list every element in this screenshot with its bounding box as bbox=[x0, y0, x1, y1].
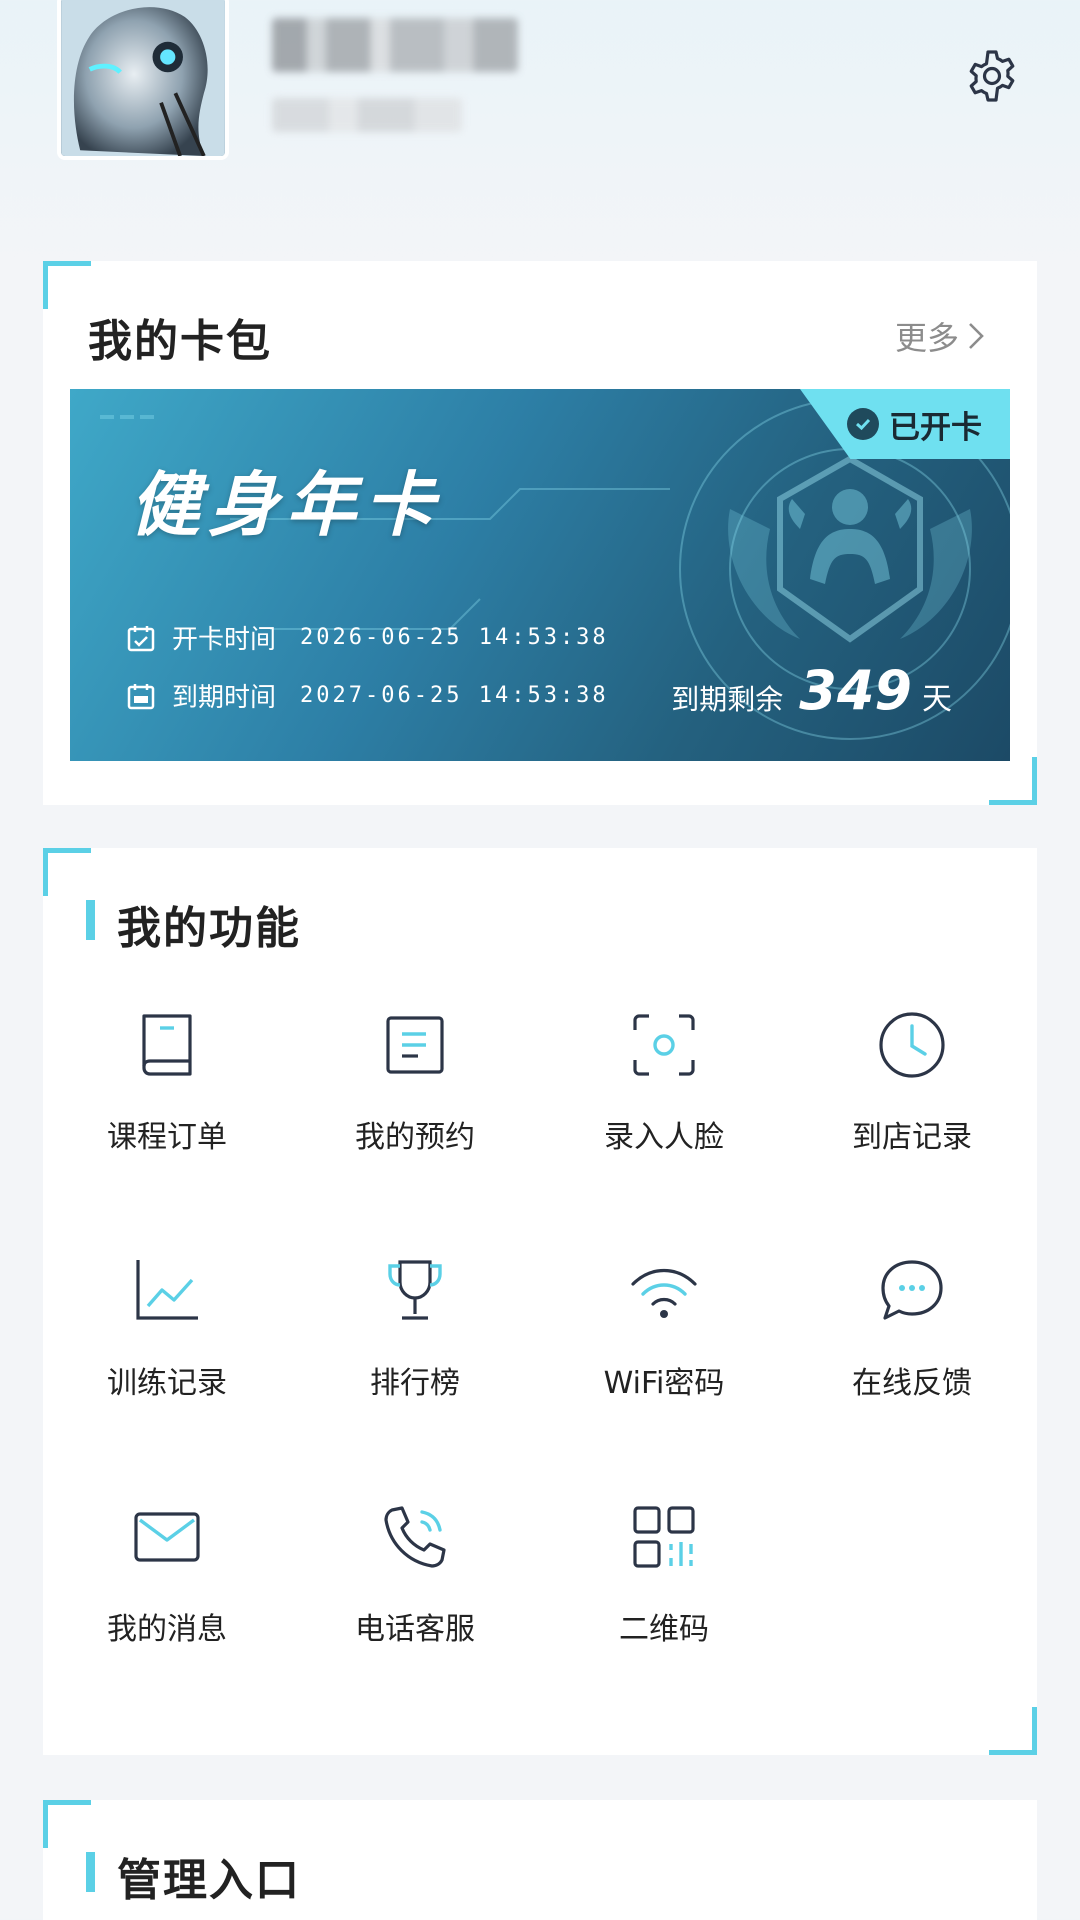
open-time-label: 开卡时间 bbox=[172, 625, 277, 655]
mail-icon bbox=[134, 1512, 200, 1562]
clock-icon bbox=[879, 1012, 945, 1078]
feature-training-records[interactable]: 训练记录 bbox=[43, 1254, 291, 1454]
feature-online-feedback[interactable]: 在线反馈 bbox=[788, 1254, 1036, 1454]
avatar[interactable] bbox=[57, 0, 229, 160]
feature-label: 录入人脸 bbox=[604, 1120, 724, 1155]
qrcode-icon bbox=[633, 1506, 695, 1568]
open-time-value: 2026-06-25 14:53:38 bbox=[300, 625, 609, 650]
feature-leaderboard[interactable]: 排行榜 bbox=[291, 1254, 539, 1454]
remain-days: 349 bbox=[799, 659, 912, 722]
feature-phone-service[interactable]: 电话客服 bbox=[291, 1500, 539, 1700]
settings-button[interactable] bbox=[962, 46, 1022, 106]
feature-visit-records[interactable]: 到店记录 bbox=[788, 1008, 1036, 1208]
calendar-check-icon bbox=[127, 625, 155, 651]
remain-label: 到期剩余 bbox=[671, 683, 784, 716]
gear-icon bbox=[969, 50, 1015, 102]
corner-decoration bbox=[989, 1707, 1037, 1755]
admin-panel: 管理入口 bbox=[43, 1800, 1037, 1920]
feature-course-orders[interactable]: 课程订单 bbox=[43, 1008, 291, 1208]
feature-label: 二维码 bbox=[619, 1612, 709, 1647]
document-icon bbox=[386, 1016, 444, 1074]
wifi-icon bbox=[631, 1269, 697, 1318]
username-blurred bbox=[272, 18, 518, 72]
phone-icon bbox=[384, 1506, 446, 1568]
chart-icon bbox=[136, 1260, 198, 1320]
days-remaining: 到期剩余 349 天 bbox=[671, 659, 952, 722]
feature-label: 排行榜 bbox=[370, 1366, 460, 1401]
feature-label: 在线反馈 bbox=[852, 1366, 972, 1401]
feature-label: 训练记录 bbox=[107, 1366, 227, 1401]
feature-label: 到店记录 bbox=[852, 1120, 972, 1155]
corner-decoration bbox=[43, 848, 91, 896]
chevron-right-icon bbox=[969, 323, 984, 349]
card-status-label: 已开卡 bbox=[889, 409, 982, 446]
feature-label: 课程订单 bbox=[107, 1120, 227, 1155]
feature-qrcode[interactable]: 二维码 bbox=[540, 1500, 788, 1700]
feature-label: 我的预约 bbox=[355, 1120, 475, 1155]
corner-decoration bbox=[43, 1800, 91, 1848]
wallet-title: 我的卡包 bbox=[88, 316, 272, 367]
feature-face-enroll[interactable]: 录入人脸 bbox=[540, 1008, 788, 1208]
feature-my-bookings[interactable]: 我的预约 bbox=[291, 1008, 539, 1208]
expire-time-label: 到期时间 bbox=[172, 683, 277, 713]
book-icon bbox=[142, 1014, 192, 1076]
feature-wifi-password[interactable]: WiFi密码 bbox=[540, 1254, 788, 1454]
wallet-panel: 我的卡包 更多 已开卡 健身年卡 开卡时间 2026-06-25 14:53:3… bbox=[43, 261, 1037, 805]
expire-time-row: 到期时间 2027-06-25 14:53:38 bbox=[126, 677, 609, 714]
title-accent-bar bbox=[86, 900, 95, 940]
open-time-row: 开卡时间 2026-06-25 14:53:38 bbox=[126, 619, 609, 656]
feature-label: 我的消息 bbox=[107, 1612, 227, 1647]
calendar-icon bbox=[127, 683, 155, 709]
expire-time-value: 2027-06-25 14:53:38 bbox=[300, 683, 609, 708]
remain-unit: 天 bbox=[922, 682, 952, 717]
more-label: 更多 bbox=[894, 319, 959, 357]
admin-title: 管理入口 bbox=[117, 1855, 301, 1906]
features-title: 我的功能 bbox=[117, 903, 301, 954]
membership-card[interactable]: 已开卡 健身年卡 开卡时间 2026-06-25 14:53:38 到期时间 2… bbox=[70, 389, 1010, 761]
face-scan-icon bbox=[633, 1014, 695, 1076]
feature-my-messages[interactable]: 我的消息 bbox=[43, 1500, 291, 1700]
corner-decoration bbox=[989, 757, 1037, 805]
chat-icon bbox=[881, 1260, 943, 1320]
trophy-icon bbox=[388, 1260, 442, 1320]
more-link[interactable]: 更多 bbox=[895, 313, 987, 359]
feature-label: WiFi密码 bbox=[603, 1366, 725, 1401]
title-accent-bar bbox=[86, 1852, 95, 1892]
corner-decoration bbox=[43, 261, 91, 309]
check-circle-icon bbox=[847, 408, 879, 440]
card-name: 健身年卡 bbox=[130, 464, 442, 546]
user-subtitle-blurred bbox=[272, 98, 462, 132]
feature-label: 电话客服 bbox=[355, 1612, 475, 1647]
features-panel: 我的功能 课程订单 我的预约 录入人脸 到店记录 训练记录 排行榜 WiFi密码… bbox=[43, 848, 1037, 1755]
